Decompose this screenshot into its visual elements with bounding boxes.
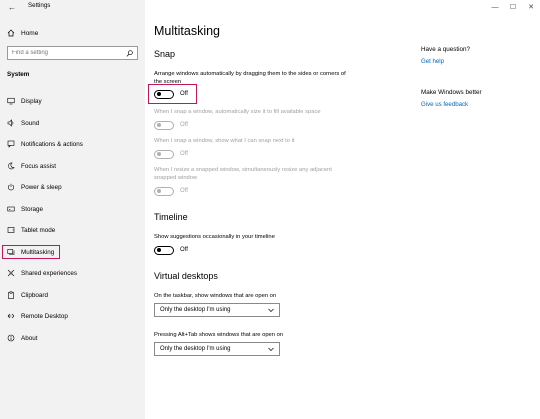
storage-icon — [7, 205, 15, 213]
alttab-label: Pressing Alt+Tab shows windows that are … — [154, 332, 284, 338]
power-icon — [7, 183, 15, 191]
search-input[interactable] — [8, 50, 118, 56]
window-controls: — ☐ ✕ — [486, 0, 540, 14]
sidebar-item-label: Storage — [21, 205, 44, 213]
sidebar-item-label: Tablet mode — [21, 226, 56, 234]
home-label: Home — [21, 29, 39, 37]
snap-show-description: When I snap a window, show what I can sn… — [154, 138, 295, 144]
sidebar-item-clipboard[interactable]: Clipboard — [7, 288, 137, 302]
sidebar-item-storage[interactable]: Storage — [7, 202, 137, 216]
notification-icon — [7, 140, 15, 148]
toggle-thumb — [157, 188, 162, 193]
close-button[interactable]: ✕ — [522, 0, 540, 14]
sidebar-item-label: Sound — [21, 119, 40, 127]
snap-resize-toggle[interactable]: Off — [154, 186, 188, 196]
sidebar-item-label: Display — [21, 97, 42, 105]
speaker-icon — [7, 119, 15, 127]
toggle-thumb — [157, 151, 162, 156]
toggle-track — [154, 120, 174, 130]
sidebar-item-remote-desktop[interactable]: Remote Desktop — [7, 309, 137, 323]
main-content: — ☐ ✕ Multitasking Snap Arrange windows … — [145, 0, 540, 419]
sidebar-item-multitasking[interactable]: Multitasking — [2, 245, 60, 259]
search-box[interactable] — [7, 46, 138, 60]
snap-resize-description: When I resize a snapped window, simultan… — [154, 167, 332, 181]
taskbar-select[interactable]: Only the desktop I'm using — [154, 303, 280, 317]
better-heading: Make Windows better — [421, 89, 482, 96]
shared-icon — [7, 269, 15, 277]
sidebar-item-label: Power & sleep — [21, 183, 62, 191]
info-icon — [7, 334, 15, 342]
clipboard-icon — [7, 291, 15, 299]
page-title: Multitasking — [154, 24, 220, 38]
home-icon — [7, 29, 15, 37]
timeline-heading: Timeline — [154, 212, 188, 222]
sidebar-item-label: Notifications & actions — [21, 140, 83, 148]
toggle-state-label: Off — [180, 188, 188, 194]
toggle-thumb — [157, 91, 162, 96]
chevron-down-icon — [268, 308, 274, 312]
toggle-track — [154, 245, 174, 255]
toggle-state-label: Off — [180, 151, 188, 157]
maximize-button[interactable]: ☐ — [504, 0, 522, 14]
title-bar: ← Settings — [0, 0, 145, 14]
sidebar-item-label: About — [21, 334, 38, 342]
sidebar-item-label: Multitasking — [21, 248, 55, 256]
snap-arrange-toggle[interactable]: Off — [154, 89, 188, 99]
toggle-track — [154, 149, 174, 159]
multitasking-icon — [7, 248, 15, 256]
toggle-track — [154, 186, 174, 196]
sidebar-item-label: Clipboard — [21, 291, 48, 299]
sidebar-item-display[interactable]: Display — [7, 94, 137, 108]
sidebar-item-focus-assist[interactable]: Focus assist — [7, 159, 137, 173]
taskbar-label: On the taskbar, show windows that are op… — [154, 293, 277, 299]
timeline-toggle[interactable]: Off — [154, 245, 188, 255]
alttab-select[interactable]: Only the desktop I'm using — [154, 342, 280, 356]
sidebar-item-label: Shared experiences — [21, 269, 78, 277]
chevron-down-icon — [268, 347, 274, 351]
monitor-icon — [7, 97, 15, 105]
sidebar-item-label: Remote Desktop — [21, 312, 68, 320]
minimize-button[interactable]: — — [486, 0, 504, 14]
search-icon[interactable] — [126, 50, 133, 57]
sidebar-item-shared-experiences[interactable]: Shared experiences — [7, 266, 137, 280]
sidebar-item-label: Focus assist — [21, 162, 56, 170]
virtual-desktops-heading: Virtual desktops — [154, 271, 218, 281]
sidebar-item-notifications[interactable]: Notifications & actions — [7, 137, 137, 151]
home-nav-item[interactable]: Home — [7, 27, 38, 39]
snap-show-toggle[interactable]: Off — [154, 149, 188, 159]
section-label: System — [7, 71, 30, 78]
remote-icon — [7, 312, 15, 320]
back-button[interactable]: ← — [6, 1, 18, 13]
sidebar-item-about[interactable]: About — [7, 331, 137, 345]
snap-fill-toggle[interactable]: Off — [154, 120, 188, 130]
sidebar-item-power-sleep[interactable]: Power & sleep — [7, 180, 137, 194]
toggle-thumb — [157, 122, 162, 127]
moon-icon — [7, 162, 15, 170]
app-title: Settings — [28, 2, 51, 9]
toggle-thumb — [157, 247, 162, 252]
toggle-state-label: Off — [180, 247, 188, 253]
snap-heading: Snap — [154, 49, 176, 59]
sidebar: ← Settings Home System Display Sound Not… — [0, 0, 145, 419]
alttab-select-value: Only the desktop I'm using — [160, 346, 231, 352]
toggle-track — [154, 89, 174, 99]
question-heading: Have a question? — [421, 46, 471, 53]
feedback-link[interactable]: Give us feedback — [421, 101, 468, 108]
tablet-icon — [7, 226, 15, 234]
sidebar-item-tablet-mode[interactable]: Tablet mode — [7, 223, 137, 237]
toggle-state-label: Off — [180, 91, 188, 97]
get-help-link[interactable]: Get help — [421, 58, 444, 65]
taskbar-select-value: Only the desktop I'm using — [160, 307, 231, 313]
toggle-state-label: Off — [180, 122, 188, 128]
timeline-description: Show suggestions occasionally in your ti… — [154, 234, 275, 240]
sidebar-item-sound[interactable]: Sound — [7, 116, 137, 130]
snap-fill-description: When I snap a window, automatically size… — [154, 109, 321, 115]
